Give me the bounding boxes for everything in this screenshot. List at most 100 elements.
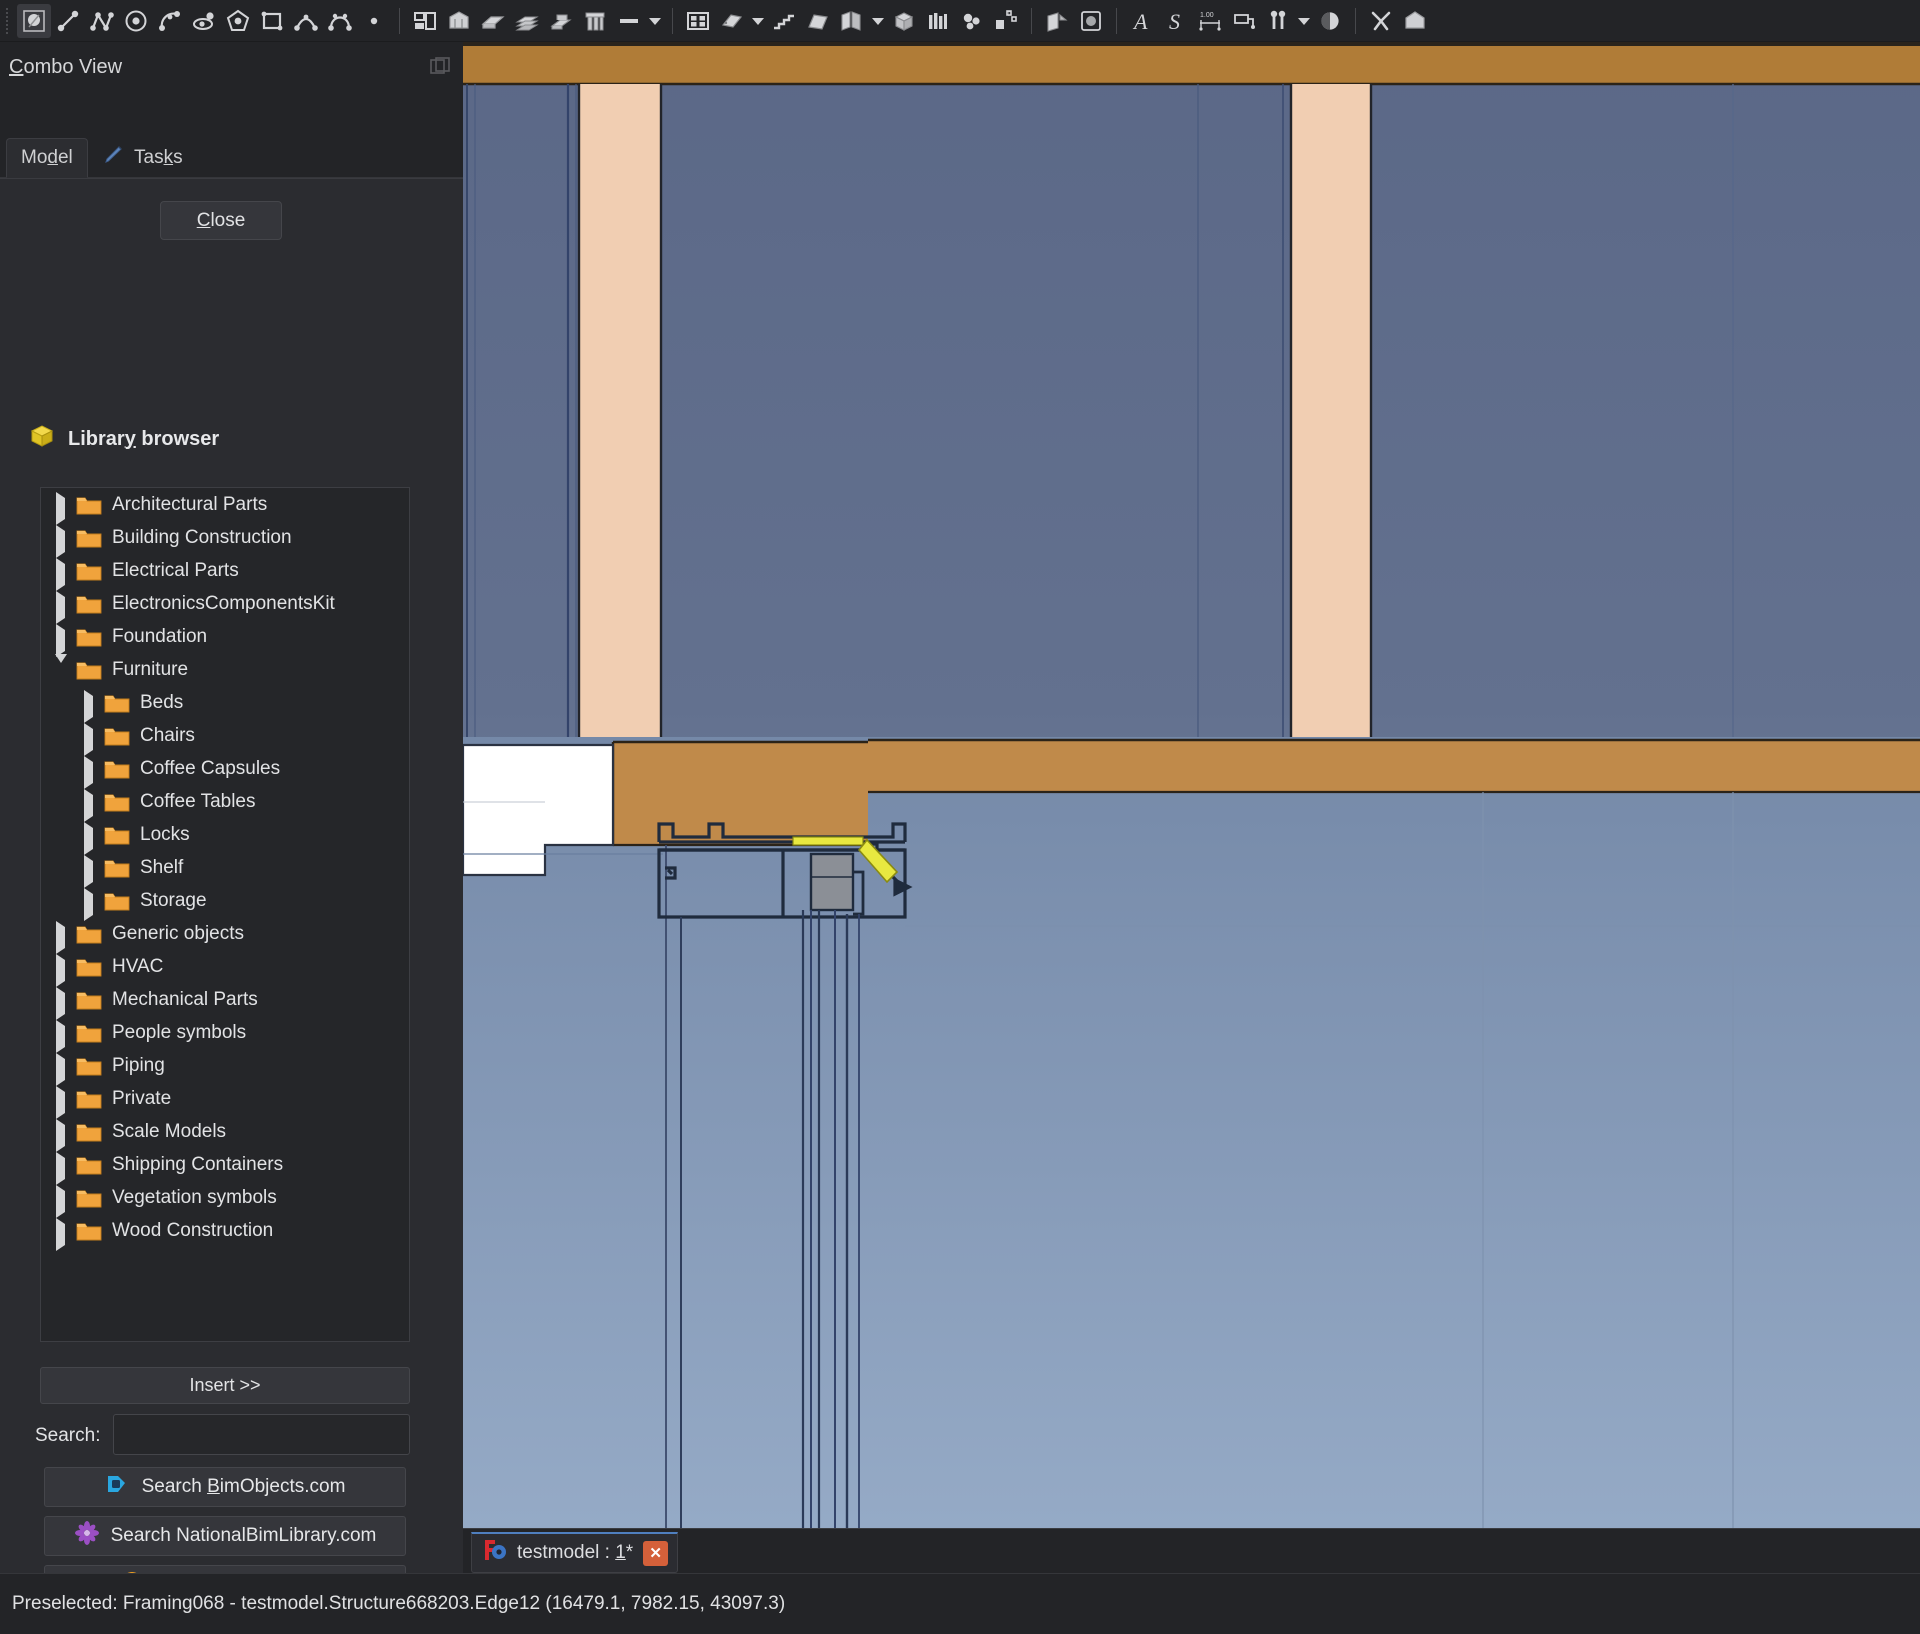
- tree-item[interactable]: Beds: [41, 686, 409, 719]
- tab-tasks[interactable]: Tasks: [88, 138, 198, 178]
- library-icon[interactable]: [921, 4, 955, 38]
- chevron-right-icon[interactable]: [55, 498, 69, 512]
- tree-item[interactable]: Architectural Parts: [41, 488, 409, 521]
- project-icon[interactable]: [408, 4, 442, 38]
- material-icon[interactable]: [1313, 4, 1347, 38]
- component-icon[interactable]: [955, 4, 989, 38]
- arc-icon[interactable]: [153, 4, 187, 38]
- chevron-right-icon[interactable]: [83, 828, 97, 842]
- roof-icon[interactable]: [801, 4, 835, 38]
- rectangle-icon[interactable]: [255, 4, 289, 38]
- chevron-right-icon[interactable]: [55, 597, 69, 611]
- chevron-right-icon[interactable]: [83, 894, 97, 908]
- tree-item[interactable]: Generic objects: [41, 917, 409, 950]
- polygon-icon[interactable]: [221, 4, 255, 38]
- equipment-icon[interactable]: [887, 4, 921, 38]
- door-dropdown-icon[interactable]: [749, 4, 767, 38]
- dimension-icon[interactable]: 1.00: [1193, 4, 1227, 38]
- axis-dropdown-icon[interactable]: [1295, 4, 1313, 38]
- tree-item[interactable]: Furniture: [41, 653, 409, 686]
- library-tree[interactable]: Architectural PartsBuilding Construction…: [40, 487, 410, 1342]
- home-icon[interactable]: [1398, 4, 1432, 38]
- chevron-right-icon[interactable]: [55, 1191, 69, 1205]
- chevron-right-icon[interactable]: [55, 531, 69, 545]
- chevron-right-icon[interactable]: [55, 1026, 69, 1040]
- chevron-right-icon[interactable]: [83, 696, 97, 710]
- section-plane-icon[interactable]: [1040, 4, 1074, 38]
- insert-button[interactable]: Insert >>: [40, 1367, 410, 1404]
- tree-item[interactable]: Private: [41, 1082, 409, 1115]
- 3d-view[interactable]: [463, 42, 1920, 1528]
- search-nationalbim-button[interactable]: Search NationalBimLibrary.com: [44, 1516, 406, 1556]
- slab-icon[interactable]: [476, 4, 510, 38]
- tree-item[interactable]: Coffee Tables: [41, 785, 409, 818]
- tab-model[interactable]: Model: [6, 138, 88, 178]
- text-icon[interactable]: A: [1125, 4, 1159, 38]
- stairs-icon[interactable]: [767, 4, 801, 38]
- axis-icon[interactable]: [1261, 4, 1295, 38]
- document-tab-testmodel[interactable]: testmodel : 1* ✕: [471, 1532, 678, 1573]
- polyline-icon[interactable]: [85, 4, 119, 38]
- column-icon[interactable]: [578, 4, 612, 38]
- door-icon[interactable]: [715, 4, 749, 38]
- chevron-right-icon[interactable]: [55, 630, 69, 644]
- chevron-right-icon[interactable]: [83, 861, 97, 875]
- search-bimobjects-button[interactable]: Search BimObjects.com: [44, 1467, 406, 1507]
- wall-icon[interactable]: [510, 4, 544, 38]
- leader-icon[interactable]: [1227, 4, 1261, 38]
- close-button[interactable]: Close: [160, 201, 282, 240]
- bspline-icon[interactable]: [289, 4, 323, 38]
- tree-item[interactable]: Chairs: [41, 719, 409, 752]
- tree-item[interactable]: Mechanical Parts: [41, 983, 409, 1016]
- bim-views-icon[interactable]: T: [989, 4, 1023, 38]
- tree-item[interactable]: Shipping Containers: [41, 1148, 409, 1181]
- chevron-right-icon[interactable]: [83, 762, 97, 776]
- structure-icon[interactable]: [544, 4, 578, 38]
- shape-string-icon[interactable]: S: [1159, 4, 1193, 38]
- tree-item[interactable]: Shelf: [41, 851, 409, 884]
- circle-icon[interactable]: [119, 4, 153, 38]
- tree-item[interactable]: Piping: [41, 1049, 409, 1082]
- bezier-icon[interactable]: [323, 4, 357, 38]
- tree-item[interactable]: Scale Models: [41, 1115, 409, 1148]
- beam-dropdown-icon[interactable]: [646, 4, 664, 38]
- tree-item[interactable]: Electrical Parts: [41, 554, 409, 587]
- tree-item[interactable]: Vegetation symbols: [41, 1181, 409, 1214]
- chevron-right-icon[interactable]: [55, 1059, 69, 1073]
- tree-item[interactable]: Wood Construction: [41, 1214, 409, 1247]
- chevron-right-icon[interactable]: [55, 927, 69, 941]
- chevron-right-icon[interactable]: [83, 729, 97, 743]
- chevron-right-icon[interactable]: [55, 1224, 69, 1238]
- point-icon[interactable]: [357, 4, 391, 38]
- sketch-active-icon[interactable]: [17, 4, 51, 38]
- tree-item[interactable]: Locks: [41, 818, 409, 851]
- tree-item[interactable]: Foundation: [41, 620, 409, 653]
- chevron-right-icon[interactable]: [83, 795, 97, 809]
- cut-plane-icon[interactable]: [1074, 4, 1108, 38]
- tree-item[interactable]: HVAC: [41, 950, 409, 983]
- panel-icon[interactable]: [835, 4, 869, 38]
- panel-dropdown-icon[interactable]: [869, 4, 887, 38]
- tools-icon[interactable]: [1364, 4, 1398, 38]
- chevron-right-icon[interactable]: [55, 564, 69, 578]
- tree-item[interactable]: Building Construction: [41, 521, 409, 554]
- chevron-right-icon[interactable]: [55, 1092, 69, 1106]
- building-icon[interactable]: [442, 4, 476, 38]
- tree-item[interactable]: Coffee Capsules: [41, 752, 409, 785]
- search-input[interactable]: [113, 1414, 410, 1455]
- chevron-right-icon[interactable]: [55, 1158, 69, 1172]
- beam-icon[interactable]: [612, 4, 646, 38]
- chevron-right-icon[interactable]: [55, 993, 69, 1007]
- line-icon[interactable]: [51, 4, 85, 38]
- chevron-right-icon[interactable]: [55, 960, 69, 974]
- chevron-down-icon[interactable]: [55, 663, 69, 677]
- ellipse-icon[interactable]: [187, 4, 221, 38]
- tree-item[interactable]: Storage: [41, 884, 409, 917]
- toolbar-drag-handle[interactable]: [6, 8, 14, 34]
- chevron-right-icon[interactable]: [55, 1125, 69, 1139]
- tree-item[interactable]: ElectronicsComponentsKit: [41, 587, 409, 620]
- window-icon[interactable]: [681, 4, 715, 38]
- close-icon[interactable]: ✕: [643, 1541, 668, 1566]
- undock-icon[interactable]: [429, 56, 451, 78]
- tree-item[interactable]: People symbols: [41, 1016, 409, 1049]
